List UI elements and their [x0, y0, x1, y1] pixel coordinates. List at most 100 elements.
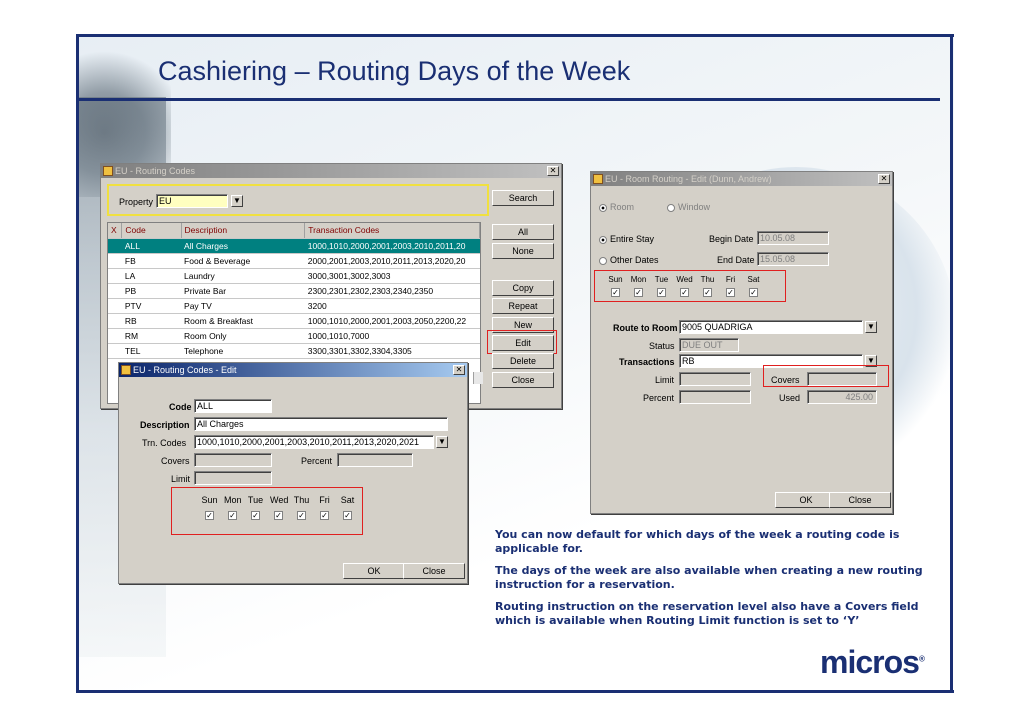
cell-code: LA	[121, 268, 182, 284]
table-row[interactable]: FB Food & Beverage 2000,2001,2003,2010,201…	[108, 253, 480, 269]
all-button[interactable]: All	[492, 224, 554, 240]
day-label: Sat	[747, 275, 760, 284]
days-labels: Sun Mon Tue Wed Thu Fri Sat	[201, 495, 356, 505]
col-transaction-codes[interactable]: Transaction Codes	[304, 223, 480, 239]
table-row[interactable]: RB Room & Breakfast 1000,1010,2000,2001,20…	[108, 313, 480, 329]
table-row[interactable]: ALL All Charges 1000,1010,2000,2001,2003,2…	[108, 238, 480, 254]
table-row[interactable]: RM Room Only 1000,1010,7000	[108, 328, 480, 344]
checkbox-sun[interactable]: ✓	[611, 288, 620, 297]
close-icon[interactable]: ✕	[453, 365, 465, 375]
day-label: Sat	[340, 495, 355, 505]
slide-title: Cashiering – Routing Days of the Week	[158, 56, 631, 86]
end-date-label: End Date	[717, 255, 755, 265]
radio-icon	[667, 203, 675, 212]
checkbox-thu[interactable]: ✓	[297, 511, 306, 520]
close-button[interactable]: Close	[403, 563, 465, 579]
description-label: Description	[140, 420, 190, 430]
entire-stay-radio[interactable]: Entire Stay	[599, 234, 654, 244]
note-3: Routing instruction on the reservation l…	[495, 600, 919, 627]
cell-desc: Laundry	[181, 268, 305, 284]
covers-label: Covers	[161, 456, 190, 466]
day-label: Thu	[293, 495, 310, 505]
trn-codes-label: Trn. Codes	[142, 438, 187, 448]
checkbox-fri[interactable]: ✓	[726, 288, 735, 297]
limit-field[interactable]	[679, 372, 751, 386]
other-dates-radio[interactable]: Other Dates	[599, 255, 659, 265]
day-label: Mon	[630, 275, 647, 284]
routing-edit-window: EU - Routing Codes - Edit ✕ Code ALL Des…	[118, 362, 468, 584]
scrollbar[interactable]	[473, 372, 483, 384]
end-date-field[interactable]: 15.05.08	[757, 252, 829, 266]
status-field: DUE OUT	[679, 338, 739, 352]
checkbox-sat[interactable]: ✓	[343, 511, 352, 520]
checkbox-tue[interactable]: ✓	[657, 288, 666, 297]
close-icon[interactable]: ✕	[547, 166, 559, 176]
covers-label: Covers	[771, 375, 800, 385]
none-button[interactable]: None	[492, 243, 554, 259]
cell-code: RM	[121, 328, 182, 344]
cell-desc: Pay TV	[181, 298, 305, 314]
day-label: Thu	[700, 275, 715, 284]
status-label: Status	[649, 341, 675, 351]
percent-field[interactable]	[679, 390, 751, 404]
code-field[interactable]: ALL	[194, 399, 272, 413]
col-code[interactable]: Code	[121, 223, 182, 239]
property-field[interactable]: EU	[156, 194, 228, 208]
cell-code: FB	[121, 253, 182, 269]
ok-button[interactable]: OK	[775, 492, 837, 508]
checkbox-mon[interactable]: ✓	[228, 511, 237, 520]
checkbox-sun[interactable]: ✓	[205, 511, 214, 520]
col-description[interactable]: Description	[181, 223, 306, 239]
checkbox-tue[interactable]: ✓	[251, 511, 260, 520]
begin-date-field[interactable]: 10.05.08	[757, 231, 829, 245]
covers-field[interactable]	[807, 372, 877, 386]
property-label: Property	[119, 197, 154, 207]
trn-codes-field[interactable]: 1000,1010,2000,2001,2003,2010,2011,2013,…	[194, 435, 434, 449]
dropdown-icon[interactable]: ▼	[865, 321, 877, 333]
search-button[interactable]: Search	[492, 190, 554, 206]
days-labels: Sun Mon Tue Wed Thu Fri Sat	[607, 275, 762, 284]
repeat-button[interactable]: Repeat	[492, 298, 554, 314]
cell-desc: Room & Breakfast	[181, 313, 305, 329]
checkbox-wed[interactable]: ✓	[274, 511, 283, 520]
app-icon	[593, 174, 603, 184]
checkbox-mon[interactable]: ✓	[634, 288, 643, 297]
table-row[interactable]: PB Private Bar 2300,2301,2302,2303,2340,23…	[108, 283, 480, 299]
description-field[interactable]: All Charges	[194, 417, 448, 431]
day-label: Fri	[319, 495, 330, 505]
radio-icon	[599, 256, 607, 265]
room-radio[interactable]: Room	[599, 202, 634, 212]
checkbox-thu[interactable]: ✓	[703, 288, 712, 297]
window-title: EU - Routing Codes	[115, 166, 196, 176]
cell-desc: Private Bar	[181, 283, 305, 299]
route-to-room-label: Route to Room	[613, 323, 678, 333]
percent-field[interactable]	[337, 453, 413, 467]
checkbox-wed[interactable]: ✓	[680, 288, 689, 297]
checkbox-fri[interactable]: ✓	[320, 511, 329, 520]
table-row[interactable]: TEL Telephone 3300,3301,3302,3304,3305	[108, 343, 480, 359]
limit-label: Limit	[655, 375, 675, 385]
day-label: Mon	[224, 495, 242, 505]
grid-header: X Code Description Transaction Codes	[108, 223, 480, 239]
col-x[interactable]: X	[108, 223, 123, 239]
checkbox-sat[interactable]: ✓	[749, 288, 758, 297]
cell-trx: 3000,3001,3002,3003	[304, 268, 480, 284]
window-radio[interactable]: Window	[667, 202, 710, 212]
dropdown-icon[interactable]: ▼	[436, 436, 448, 448]
limit-field[interactable]	[194, 471, 272, 485]
delete-button[interactable]: Delete	[492, 353, 554, 369]
route-to-room-field[interactable]: 9005 QUADRIGA	[679, 320, 863, 334]
close-icon[interactable]: ✕	[878, 174, 890, 184]
begin-date-label: Begin Date	[709, 234, 754, 244]
percent-label: Percent	[643, 393, 675, 403]
close-button[interactable]: Close	[492, 372, 554, 388]
table-row[interactable]: LA Laundry 3000,3001,3002,3003	[108, 268, 480, 284]
copy-button[interactable]: Copy	[492, 280, 554, 296]
cell-code: RB	[121, 313, 182, 329]
close-button[interactable]: Close	[829, 492, 891, 508]
dropdown-icon[interactable]: ▼	[231, 195, 243, 207]
ok-button[interactable]: OK	[343, 563, 405, 579]
day-label: Tue	[654, 275, 669, 284]
table-row[interactable]: PTV Pay TV 3200	[108, 298, 480, 314]
covers-field[interactable]	[194, 453, 272, 467]
